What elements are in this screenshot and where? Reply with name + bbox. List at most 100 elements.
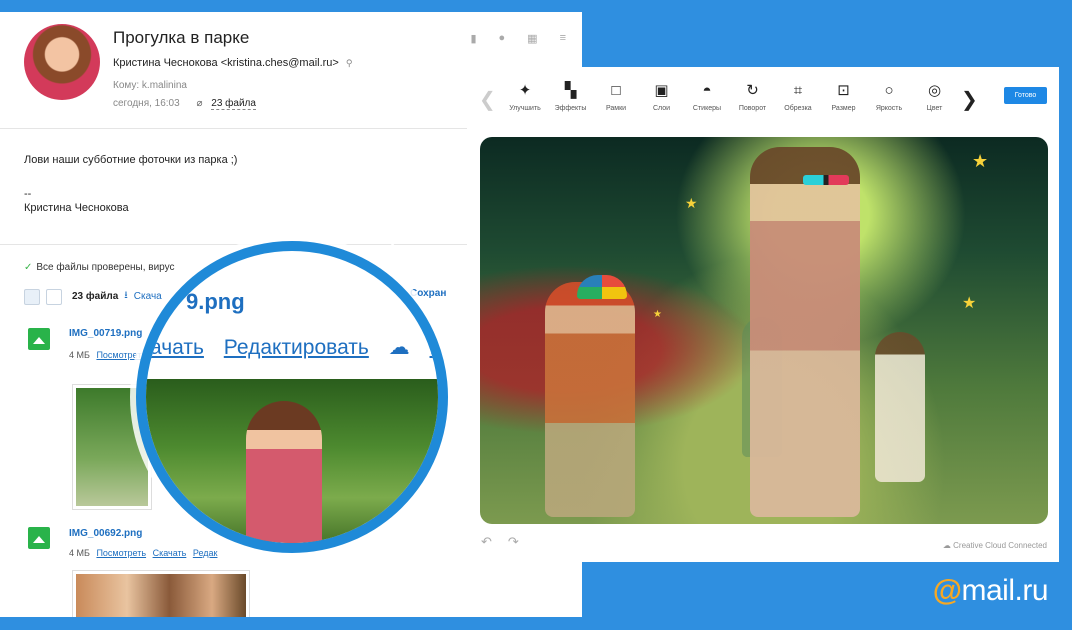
download-link[interactable]: Скачать — [153, 548, 187, 558]
editor-toolbar: ❮ ✦ Улучшить ▚ Эффекты □ Рамки ▣ Слои ◓ Стикеры ↻ П… — [467, 67, 1059, 127]
next-arrow-icon[interactable]: ❯ — [961, 87, 978, 112]
email-subject: Прогулка в парке — [113, 28, 250, 47]
view-link[interactable]: Посмотреть — [96, 350, 146, 360]
calendar-icon[interactable]: ▦ — [527, 32, 537, 45]
crop-icon: ⌗ — [793, 82, 803, 99]
download-icon[interactable]: ⭳ — [124, 288, 128, 305]
virus-check-text: Все файлы проверены, вирус — [36, 262, 175, 273]
effects-icon: ▚ — [564, 82, 577, 99]
tool-label: Размер — [831, 105, 856, 112]
tool-button-layers[interactable]: ▣ Слои — [640, 81, 684, 112]
photo-figure — [545, 282, 635, 517]
download-all-link[interactable]: Скача — [134, 291, 162, 302]
tool-label: Поворот — [738, 105, 767, 112]
file-size: 4 МБ — [69, 350, 90, 360]
image-file-icon — [28, 527, 50, 549]
magnified-edit-link[interactable]: Редактировать — [224, 336, 369, 359]
sticker-icon: ◓ — [702, 82, 712, 99]
wand-icon: ✦ — [518, 82, 532, 99]
star-sticker[interactable]: ★ — [685, 195, 698, 212]
resize-icon: ⊡ — [837, 82, 850, 99]
tool-label: Яркость — [875, 105, 903, 112]
tool-button-crop[interactable]: ⌗ Обрезка — [776, 81, 820, 112]
search-icon[interactable]: ⚲ — [346, 58, 353, 68]
list-item[interactable] — [28, 527, 50, 549]
photo-editor: ❮ ✦ Улучшить ▚ Эффекты □ Рамки ▣ Слои ◓ Стикеры ↻ П… — [467, 67, 1059, 562]
logo-at: @ — [932, 574, 962, 607]
tool-button-effects[interactable]: ▚ Эффекты — [549, 81, 593, 112]
frame-icon: □ — [611, 82, 621, 99]
magnified-download-link[interactable]: ачать — [150, 336, 204, 359]
tool-button-brightness[interactable]: ○ Яркость — [867, 81, 911, 112]
redo-icon[interactable]: ↷ — [508, 534, 519, 550]
thumbnail-image — [76, 574, 246, 617]
cloud-icon: ☁ — [942, 541, 951, 550]
attachments-count: 23 файла — [72, 291, 119, 302]
undo-icon[interactable]: ↶ — [481, 534, 492, 550]
email-body-line: Лови наши субботние фоточки из парка ;) — [24, 154, 238, 166]
editor-canvas[interactable]: ★ ★ ★ ★ — [480, 137, 1048, 524]
photo-figure — [875, 332, 925, 482]
done-button[interactable]: Готово — [1004, 87, 1047, 104]
cloud-download-icon[interactable]: ☁ — [389, 336, 410, 359]
tool-label: Рамки — [605, 105, 627, 112]
view-link[interactable]: Посмотреть — [96, 548, 146, 558]
rotate-icon: ↻ — [746, 82, 759, 99]
cap-sticker[interactable] — [577, 275, 627, 299]
logo-text: mail.ru — [961, 574, 1048, 607]
image-file-icon — [28, 328, 50, 350]
email-meta: сегодня, 16:03 ⌀ 23 файла — [113, 98, 256, 110]
mailru-logo: @mail.ru — [932, 574, 1049, 608]
photo-figure — [750, 147, 860, 517]
creative-cloud-text: Creative Cloud Connected — [953, 541, 1047, 550]
paperclip-icon: ⌀ — [196, 98, 203, 109]
email-recipient: Кому: k.malinina — [113, 80, 187, 91]
file-size: 4 МБ — [69, 548, 90, 558]
sender-name[interactable]: Кристина Чеснокова <kristina.ches@mail.r… — [113, 57, 339, 69]
tool-button-color[interactable]: ◎ Цвет — [913, 81, 957, 112]
file-name[interactable]: IMG_00719.png — [69, 328, 142, 339]
save-to-cloud-link[interactable]: Сохран — [410, 288, 446, 299]
avatar[interactable] — [24, 24, 100, 100]
magnified-photo-subject — [246, 401, 322, 543]
file-thumbnail[interactable] — [72, 570, 250, 617]
dot-icon[interactable]: ● — [499, 32, 506, 45]
attachments-bar: 23 файла ⭳ Скача — [24, 288, 162, 305]
magnified-links: ачать Редактировать ☁ В О — [150, 335, 438, 360]
tool-button-rotate[interactable]: ↻ Поворот — [731, 81, 775, 112]
file-name[interactable]: IMG_00692.png — [69, 528, 142, 539]
grid-view-button[interactable] — [24, 288, 40, 305]
prev-arrow-icon[interactable]: ❮ — [479, 87, 496, 112]
checkmark-icon: ✓ — [24, 262, 33, 273]
tool-label: Эффекты — [554, 105, 587, 112]
tool-label: Обрезка — [784, 105, 812, 112]
list-view-button[interactable] — [46, 288, 62, 305]
tool-button-frame[interactable]: □ Рамки — [594, 81, 638, 112]
star-sticker[interactable]: ★ — [653, 309, 662, 320]
list-item[interactable] — [28, 328, 50, 350]
creative-cloud-status: ☁ Creative Cloud Connected — [943, 541, 1047, 550]
star-sticker[interactable]: ★ — [972, 151, 988, 172]
attachments-link[interactable]: 23 файла — [211, 98, 256, 110]
tool-label: Цвет — [926, 105, 943, 112]
history-controls: ↶ ↷ — [481, 534, 519, 550]
email-sender[interactable]: Кристина Чеснокова <kristina.ches@mail.r… — [113, 57, 353, 69]
menu-icon[interactable]: ≡ — [560, 32, 566, 45]
email-toolbar: ▮ ● ▦ ≡ — [470, 32, 566, 45]
edit-link[interactable]: Редак — [193, 548, 218, 558]
tool-label: Стикеры — [692, 105, 722, 112]
signature-dash: -- — [24, 188, 32, 200]
bookmark-icon[interactable]: ▮ — [470, 32, 476, 45]
color-icon: ◎ — [927, 82, 942, 99]
glasses-sticker[interactable] — [803, 175, 849, 185]
tool-label: Улучшить — [509, 105, 541, 112]
star-sticker[interactable]: ★ — [962, 293, 976, 313]
tool-button-resize[interactable]: ⊡ Размер — [822, 81, 866, 112]
signature-name: Кристина Чеснокова — [24, 202, 129, 214]
tool-button-sticker[interactable]: ◓ Стикеры — [685, 81, 729, 112]
file-meta: 4 МБ Посмотреть — [69, 350, 146, 360]
magnifier: 9.png ачать Редактировать ☁ В О — [136, 241, 448, 553]
tool-button-wand[interactable]: ✦ Улучшить — [503, 81, 547, 112]
brightness-icon: ○ — [884, 82, 894, 99]
magnified-file-name: 9.png — [186, 289, 245, 314]
